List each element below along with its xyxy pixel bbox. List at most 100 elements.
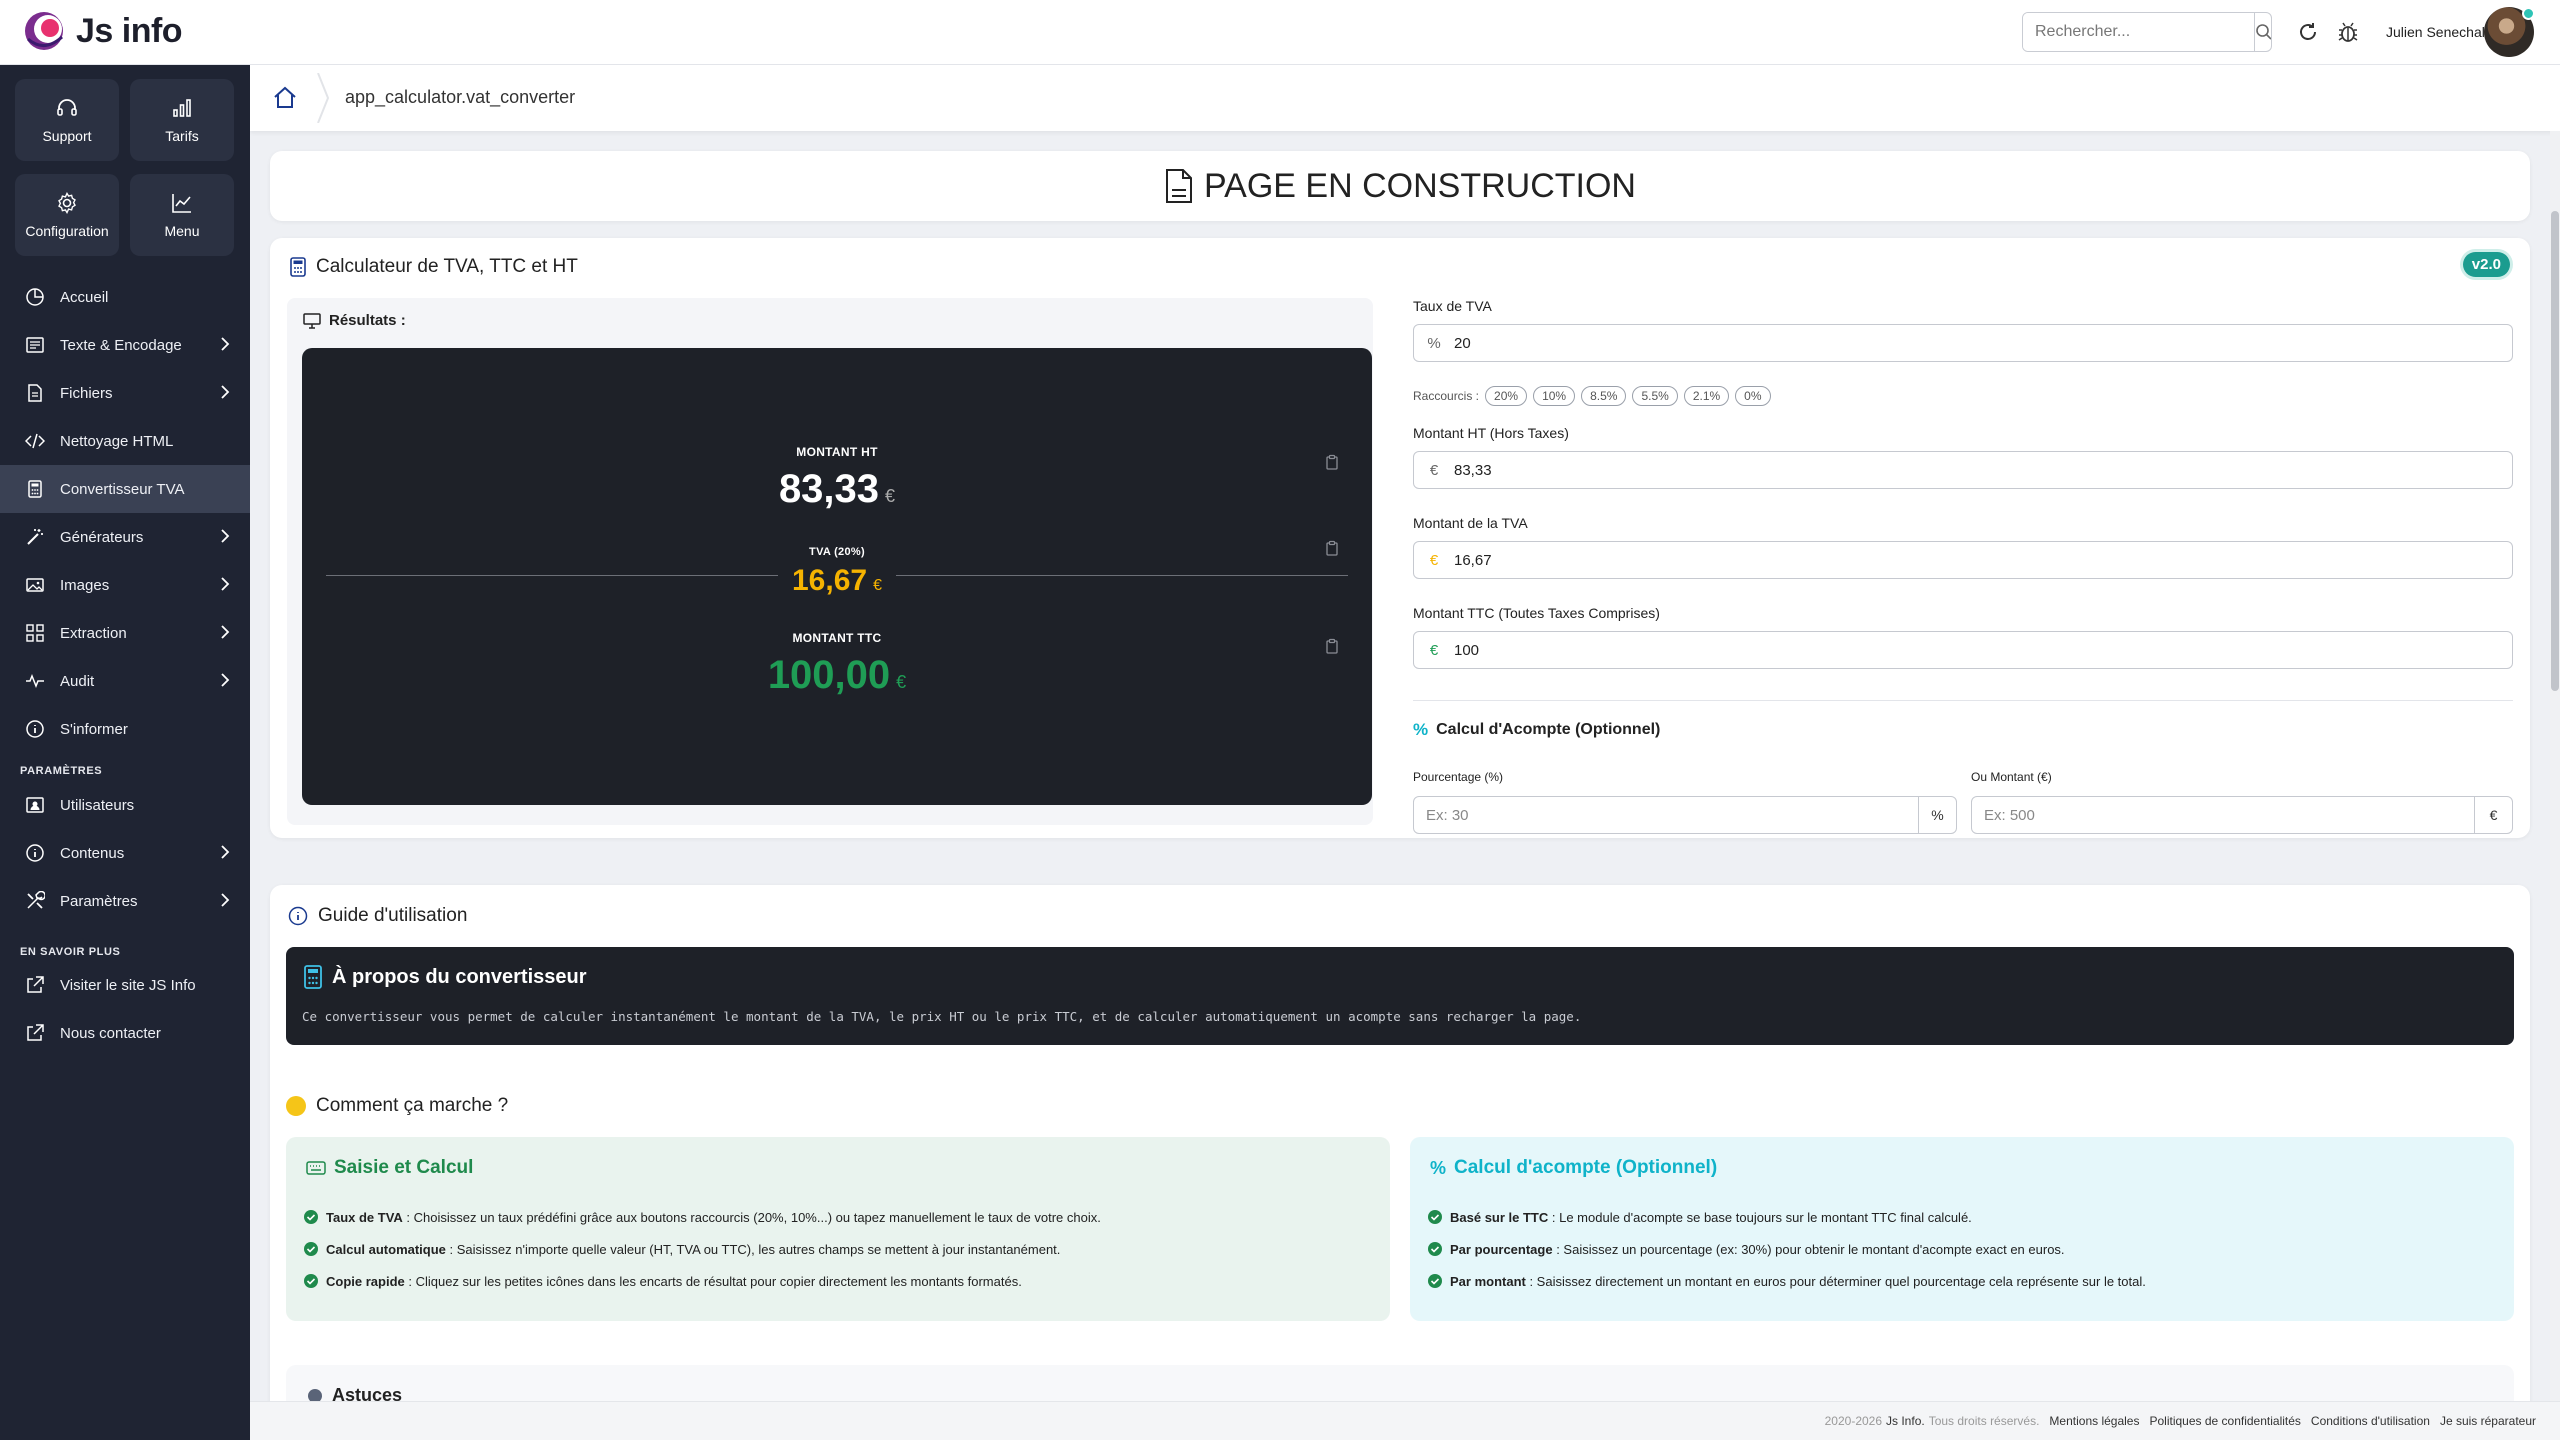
calculator-icon bbox=[304, 965, 322, 989]
percent-label: Pourcentage (%) bbox=[1413, 770, 1504, 784]
result-ht-label: MONTANT HT bbox=[796, 445, 878, 459]
how-title: Comment ça marche ? bbox=[286, 1095, 508, 1117]
line-chart-icon bbox=[172, 194, 191, 213]
percent-icon: % bbox=[1413, 720, 1429, 739]
construction-banner: PAGE EN CONSTRUCTION bbox=[270, 151, 2530, 221]
ht-input[interactable] bbox=[1454, 461, 2512, 479]
amount-input[interactable] bbox=[1972, 806, 2474, 824]
code-icon bbox=[24, 430, 46, 452]
section-en-savoir-plus: EN SAVOIR PLUS bbox=[20, 946, 121, 958]
info-icon bbox=[24, 842, 46, 864]
sidebar: Support Tarifs Configuration Menu Accuei… bbox=[0, 65, 250, 1440]
result-tva-amount: 16,67 bbox=[792, 564, 868, 597]
tile-label: Menu bbox=[164, 223, 200, 239]
sidebar-item-label: Visiter le site JS Info bbox=[60, 976, 196, 994]
about-title: À propos du convertisseur bbox=[304, 965, 587, 989]
shortcut-5-5[interactable]: 5.5% bbox=[1632, 386, 1678, 406]
scrollbar[interactable] bbox=[2550, 131, 2560, 1401]
sidebar-item-texte-encodage[interactable]: Texte & Encodage bbox=[0, 321, 250, 369]
acompte-title: % Calcul d'Acompte (Optionnel) bbox=[1413, 720, 1660, 740]
sidebar-item-nous-contacter[interactable]: Nous contacter bbox=[0, 1009, 250, 1057]
chevron-right-icon bbox=[221, 673, 230, 687]
refresh-icon[interactable] bbox=[2296, 20, 2320, 44]
tile-support[interactable]: Support bbox=[15, 79, 119, 161]
sidebar-item-nettoyage-html[interactable]: Nettoyage HTML bbox=[0, 417, 250, 465]
chevron-right-icon bbox=[221, 385, 230, 399]
sidebar-item-accueil[interactable]: Accueil bbox=[0, 273, 250, 321]
tva-input[interactable] bbox=[1454, 551, 2512, 569]
sidebar-item-extraction[interactable]: Extraction bbox=[0, 609, 250, 657]
amount-label: Ou Montant (€) bbox=[1971, 770, 2052, 784]
footer-link-privacy[interactable]: Politiques de confidentialités bbox=[2149, 1414, 2300, 1428]
app-name: Js info bbox=[76, 11, 183, 50]
tile-menu[interactable]: Menu bbox=[130, 174, 234, 256]
copy-tva-icon[interactable] bbox=[1324, 540, 1340, 556]
user-name[interactable]: Julien Senechal bbox=[2386, 24, 2485, 40]
info-icon bbox=[24, 718, 46, 740]
shortcut-0[interactable]: 0% bbox=[1735, 386, 1771, 406]
tile-configuration[interactable]: Configuration bbox=[15, 174, 119, 256]
sidebar-item-parametres[interactable]: Paramètres bbox=[0, 877, 250, 925]
sidebar-item-convertisseur-tva[interactable]: Convertisseur TVA bbox=[0, 465, 250, 513]
bug-icon[interactable] bbox=[2336, 20, 2360, 44]
footer-brand[interactable]: Js Info. bbox=[1886, 1414, 1925, 1428]
list-item: Calcul automatique : Saisissez n'importe… bbox=[304, 1233, 1101, 1265]
sidebar-item-sinformer[interactable]: S'informer bbox=[0, 705, 250, 753]
shortcut-8-5[interactable]: 8.5% bbox=[1581, 386, 1627, 406]
gear-icon bbox=[58, 192, 76, 214]
shortcuts-label: Raccourcis : bbox=[1413, 389, 1480, 403]
guide-card: Guide d'utilisation À propos du converti… bbox=[270, 885, 2530, 1440]
home-icon[interactable] bbox=[272, 85, 298, 111]
calculator-title-text: Calculateur de TVA, TTC et HT bbox=[316, 256, 578, 277]
percent-suffix: % bbox=[1918, 797, 1956, 833]
result-ht-currency: € bbox=[885, 486, 896, 506]
scrollbar-thumb[interactable] bbox=[2551, 211, 2559, 691]
shortcut-2-1[interactable]: 2.1% bbox=[1683, 386, 1730, 406]
list-item-text: : Saisissez n'importe quelle valeur (HT,… bbox=[445, 1241, 1061, 1257]
sidebar-item-contenus[interactable]: Contenus bbox=[0, 829, 250, 877]
page-title: PAGE EN CONSTRUCTION bbox=[1204, 166, 1636, 205]
footer-link-mentions[interactable]: Mentions légales bbox=[2049, 1414, 2139, 1428]
search-input[interactable] bbox=[2023, 13, 2254, 51]
list-item: Copie rapide : Cliquez sur les petites i… bbox=[304, 1265, 1101, 1297]
copy-ht-icon[interactable] bbox=[1324, 454, 1340, 470]
footer-link-terms[interactable]: Conditions d'utilisation bbox=[2311, 1414, 2430, 1428]
sidebar-item-visiter-site[interactable]: Visiter le site JS Info bbox=[0, 961, 250, 1009]
sidebar-item-audit[interactable]: Audit bbox=[0, 657, 250, 705]
sidebar-item-label: Extraction bbox=[60, 624, 127, 642]
copy-ttc-icon[interactable] bbox=[1324, 638, 1340, 654]
sidebar-item-utilisateurs[interactable]: Utilisateurs bbox=[0, 781, 250, 829]
pie-icon bbox=[24, 286, 46, 308]
headset-icon bbox=[57, 99, 77, 116]
vat-calculator-card: Calculateur de TVA, TTC et HT v2.0 Résul… bbox=[270, 238, 2530, 838]
ht-label: Montant HT (Hors Taxes) bbox=[1413, 425, 1569, 441]
result-ttc-amount: 100,00 bbox=[767, 653, 891, 697]
sidebar-item-label: Fichiers bbox=[60, 384, 113, 402]
ttc-input[interactable] bbox=[1454, 641, 2512, 659]
sidebar-item-images[interactable]: Images bbox=[0, 561, 250, 609]
tile-tarifs[interactable]: Tarifs bbox=[130, 79, 234, 161]
app-logo[interactable]: Js info bbox=[22, 9, 183, 53]
text-icon bbox=[24, 334, 46, 356]
sidebar-item-label: Accueil bbox=[60, 288, 109, 306]
sidebar-item-fichiers[interactable]: Fichiers bbox=[0, 369, 250, 417]
sidebar-item-generateurs[interactable]: Générateurs bbox=[0, 513, 250, 561]
ttc-label: Montant TTC (Toutes Taxes Comprises) bbox=[1413, 605, 1660, 621]
ttc-prefix: € bbox=[1429, 641, 1439, 659]
sidebar-item-label: Nous contacter bbox=[60, 1024, 161, 1042]
rate-input[interactable] bbox=[1454, 334, 2512, 352]
breadcrumb-separator bbox=[317, 73, 330, 123]
shortcut-20[interactable]: 20% bbox=[1485, 386, 1528, 406]
shortcut-10[interactable]: 10% bbox=[1533, 386, 1576, 406]
ttc-field: € bbox=[1413, 631, 2513, 669]
percent-input[interactable] bbox=[1414, 806, 1918, 824]
footer-link-repairer[interactable]: Je suis réparateur bbox=[2440, 1414, 2536, 1428]
monitor-icon bbox=[303, 312, 321, 329]
check-circle-icon bbox=[1428, 1274, 1442, 1288]
list-item-bold: Basé sur le TTC bbox=[1450, 1209, 1549, 1225]
chevron-right-icon bbox=[221, 577, 230, 591]
bar-chart-icon bbox=[173, 99, 191, 117]
sidebar-item-label: Générateurs bbox=[60, 528, 144, 546]
check-circle-icon bbox=[304, 1210, 318, 1224]
search-button[interactable] bbox=[2254, 13, 2271, 51]
